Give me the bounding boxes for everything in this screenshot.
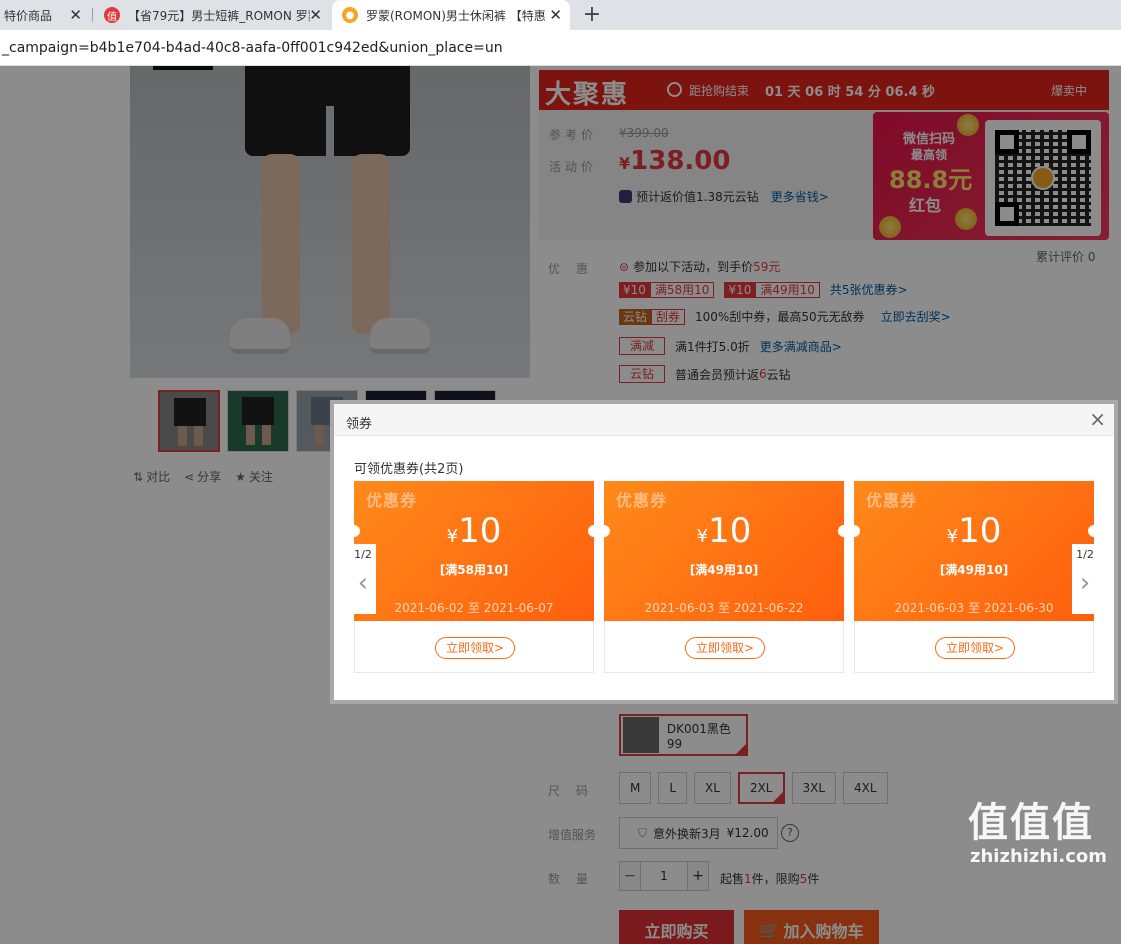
prev-page-button[interactable]: 1/2 ‹	[350, 544, 376, 614]
claim-coupon-button[interactable]: 立即领取>	[435, 637, 515, 659]
coupon-amount: ¥10	[354, 511, 594, 551]
coupon-footer: 立即领取>	[854, 621, 1094, 673]
coupon-condition: [满49用10]	[689, 563, 759, 577]
coupon-date: 2021-06-02 至 2021-06-07	[394, 601, 554, 615]
coupon-modal: 领券 × 可领优惠券(共2页) 优惠券 ¥10 [满58用10] 2021-06…	[330, 400, 1118, 704]
tab-title: 特价商品	[4, 8, 53, 23]
coupon-amount: ¥10	[604, 511, 844, 551]
lion-favicon-icon: ●	[342, 7, 358, 23]
browser-tab-2[interactable]: 值 【省79元】男士短裤_ROMON 罗蒙 ✕	[96, 0, 330, 30]
coupon-condition: [满49用10]	[939, 563, 1009, 577]
coupon-badge: 优惠券	[616, 491, 668, 510]
modal-subtitle: 可领优惠券(共2页)	[354, 462, 464, 477]
site-watermark: 值值值	[968, 800, 1094, 846]
coupon-notch	[348, 525, 360, 537]
coupon-card: 优惠券 ¥10 [满49用10] 2021-06-03 至 2021-06-30…	[848, 481, 1100, 673]
currency-symbol: ¥	[446, 526, 459, 547]
site-watermark-url: zhizhizhi.com	[970, 846, 1108, 867]
coupon-badge: 优惠券	[366, 491, 418, 510]
claim-coupon-button[interactable]: 立即领取>	[685, 637, 765, 659]
coupon-date: 2021-06-03 至 2021-06-22	[644, 601, 804, 615]
new-tab-button[interactable]: +	[580, 2, 604, 27]
browser-tab-1[interactable]: 特价商品 ✕	[0, 0, 90, 30]
page-indicator: 1/2	[354, 548, 372, 561]
amount-value: 10	[458, 511, 502, 551]
next-page-button[interactable]: 1/2 ›	[1072, 544, 1098, 614]
page-indicator: 1/2	[1076, 548, 1094, 561]
tab-separator	[92, 8, 93, 22]
tab-title: 罗蒙(ROMON)男士休闲裤 【特惠	[366, 8, 546, 23]
chevron-left-icon: ‹	[357, 568, 369, 598]
coupon-footer: 立即领取>	[604, 621, 844, 673]
coupon-face: 优惠券 ¥10 [满49用10] 2021-06-03 至 2021-06-30	[848, 481, 1100, 621]
coupon-face: 优惠券 ¥10 [满58用10] 2021-06-02 至 2021-06-07	[348, 481, 600, 621]
claim-coupon-button[interactable]: 立即领取>	[935, 637, 1015, 659]
close-icon[interactable]: ×	[1089, 407, 1106, 431]
coupon-face: 优惠券 ¥10 [满49用10] 2021-06-03 至 2021-06-22	[598, 481, 850, 621]
coupon-notch	[1088, 525, 1100, 537]
address-bar[interactable]: _campaign=b4b1e704-b4ad-40c8-aafa-0ff001…	[0, 30, 1121, 66]
coupon-badge: 优惠券	[866, 491, 918, 510]
coupon-footer: 立即领取>	[354, 621, 594, 673]
modal-title: 领券	[346, 417, 373, 432]
currency-symbol: ¥	[696, 526, 709, 547]
amount-value: 10	[958, 511, 1002, 551]
tab-title: 【省79元】男士短裤_ROMON 罗蒙	[128, 8, 310, 23]
coupon-date: 2021-06-03 至 2021-06-30	[894, 601, 1054, 615]
close-icon[interactable]: ✕	[309, 6, 322, 24]
chevron-right-icon: ›	[1079, 568, 1091, 598]
zhi-favicon-icon: 值	[104, 7, 120, 23]
coupon-condition: [满58用10]	[439, 563, 509, 577]
modal-header: 领券 ×	[334, 404, 1114, 436]
coupon-card: 优惠券 ¥10 [满49用10] 2021-06-03 至 2021-06-22…	[598, 481, 850, 673]
amount-value: 10	[708, 511, 752, 551]
close-icon[interactable]: ✕	[69, 6, 82, 24]
coupon-amount: ¥10	[854, 511, 1094, 551]
url-text: _campaign=b4b1e704-b4ad-40c8-aafa-0ff001…	[2, 40, 503, 56]
coupon-notch	[598, 525, 610, 537]
browser-tab-3-active[interactable]: ● 罗蒙(ROMON)男士休闲裤 【特惠 ✕	[332, 0, 570, 30]
coupon-notch	[848, 525, 860, 537]
coupon-card: 优惠券 ¥10 [满58用10] 2021-06-02 至 2021-06-07…	[348, 481, 600, 673]
browser-tab-bar: 特价商品 ✕ 值 【省79元】男士短裤_ROMON 罗蒙 ✕ ● 罗蒙(ROMO…	[0, 0, 1121, 30]
currency-symbol: ¥	[946, 526, 959, 547]
close-icon[interactable]: ✕	[549, 6, 562, 24]
